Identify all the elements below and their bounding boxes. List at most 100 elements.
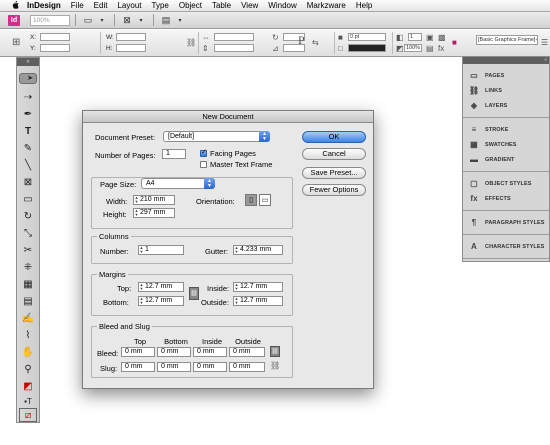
panel-item-links[interactable]: ⛓ LINKS [463,83,549,98]
fit-frame-icon[interactable]: ▤ [426,44,434,53]
stroke-weight-field[interactable]: 0 pt [348,33,386,41]
rotate-tool-icon[interactable]: ↻ [19,209,37,223]
stroke-icon[interactable]: □ [338,44,343,53]
selection-tool-icon[interactable]: ➤ [19,73,37,84]
gutter-field[interactable]: ▲ ▼ 4.233 mm [233,245,283,255]
cancel-button[interactable]: Cancel [302,148,366,160]
menu-edit[interactable]: Edit [89,1,113,10]
bleed-outside-field[interactable]: 0 mm [229,347,265,357]
gradient-tool-icon[interactable]: ▦ [19,277,37,291]
view-options-icon[interactable]: ▭ [82,14,94,26]
effects-icon[interactable]: fx [438,44,444,53]
menu-view[interactable]: View [236,1,263,10]
fill-stroke-icon[interactable]: ◩ [19,379,37,393]
page-size-select[interactable]: A4 ▲ ▼ [141,178,215,189]
opacity-field[interactable]: 100% [404,44,422,52]
panel-item-stroke[interactable]: ≡ STROKE [463,122,549,137]
shear-icon[interactable]: ⊿ [272,44,279,53]
margin-outside-field[interactable]: ▲ ▼ 12.7 mm [233,296,283,306]
column-number-field[interactable]: ▲ ▼ 1 [138,245,184,255]
portrait-orientation-icon[interactable]: ▯ [245,194,257,206]
free-transform-tool-icon[interactable]: ⁜ [19,260,37,274]
hand-tool-icon[interactable]: ✋ [19,345,37,359]
panel-menu-icon[interactable]: ☰ [541,38,548,47]
tools-panel-header[interactable]: » [17,58,39,66]
fill-icon[interactable]: ■ [338,33,343,42]
stepper-icon[interactable]: ▲ ▼ [234,246,239,254]
scale-y-field[interactable] [214,44,254,52]
stepper-icon[interactable]: ▲ ▼ [234,297,239,305]
rectangle-frame-tool-icon[interactable]: ⊠ [19,175,37,189]
y-field[interactable] [40,44,70,52]
apple-menu-icon[interactable] [8,0,22,11]
gradient-feather-tool-icon[interactable]: ▤ [19,294,37,308]
wrap-icon[interactable]: ▩ [438,33,446,42]
collapse-icon[interactable]: « [544,57,547,63]
slug-bottom-field[interactable]: 0 mm [157,362,191,372]
menu-window[interactable]: Window [263,1,301,10]
width-field[interactable]: ▲ ▼ 210 mm [133,195,175,205]
pen-tool-icon[interactable]: ✒ [19,107,37,121]
pencil-tool-icon[interactable]: ✎ [19,141,37,155]
landscape-orientation-icon[interactable]: ▭ [259,194,271,206]
link-slug-icon[interactable]: ⛓ [270,361,280,370]
type-on-path-icon[interactable]: P [298,34,305,46]
scissors-tool-icon[interactable]: ✂ [19,243,37,257]
master-text-frame-checkbox[interactable] [200,161,207,168]
menu-indesign[interactable]: InDesign [22,1,66,10]
menu-table[interactable]: Table [207,1,236,10]
stroke-type-field[interactable] [348,44,386,52]
note-tool-icon[interactable]: ✍ [19,311,37,325]
panel-item-pages[interactable]: ▭ PAGES [463,68,549,83]
rotate-icon[interactable]: ↻ [272,33,279,42]
scale-x-field[interactable] [214,33,254,41]
stepper-icon[interactable]: ▲ ▼ [134,209,139,217]
link-margins-icon[interactable]: ⛓ [189,287,199,300]
flip-icon[interactable]: ⇆ [312,38,319,47]
h-field[interactable] [116,44,146,52]
bleed-bottom-field[interactable]: 0 mm [157,347,191,357]
number-field[interactable]: 1 [408,33,422,41]
chevron-down-icon[interactable]: ▾ [135,14,147,26]
object-style-icon[interactable]: ■ [452,38,457,47]
w-field[interactable] [116,33,146,41]
panel-item-object-styles[interactable]: ▢ OBJECT STYLES [463,176,549,191]
stepper-icon[interactable]: ▲ ▼ [139,246,144,254]
ok-button[interactable]: OK [302,131,366,143]
menu-markzware[interactable]: Markzware [302,1,351,10]
scale-x-icon[interactable]: ⇔ [202,33,210,42]
zoom-tool-icon[interactable]: ⚲ [19,362,37,376]
document-preset-select[interactable]: [Default] ▲ ▼ [163,131,270,142]
screen-mode-icon[interactable]: ⊠ [121,14,133,26]
menu-file[interactable]: File [66,1,89,10]
slug-top-field[interactable]: 0 mm [121,362,155,372]
drop-shadow-icon[interactable]: ◩ [396,44,404,53]
rectangle-tool-icon[interactable]: ▭ [19,192,37,206]
reference-point-icon[interactable]: ⊞ [12,38,20,48]
bleed-top-field[interactable]: 0 mm [121,347,155,357]
panel-item-gradient[interactable]: ▬ GRADIENT [463,152,549,167]
x-field[interactable] [40,33,70,41]
facing-pages-checkbox[interactable] [200,148,207,157]
constrain-proportions-icon[interactable]: ⛓ [186,38,196,47]
stepper-icon[interactable]: ▲ ▼ [139,297,144,305]
scale-y-icon[interactable]: ⇕ [202,44,209,53]
scale-tool-icon[interactable]: ⤡ [19,226,37,240]
slug-inside-field[interactable]: 0 mm [193,362,227,372]
menu-help[interactable]: Help [351,1,377,10]
apply-none-icon[interactable]: ⧄ [19,408,37,422]
margin-bottom-field[interactable]: ▲ ▼ 12.7 mm [138,296,184,306]
stepper-icon[interactable]: ▲ ▼ [139,283,144,291]
line-tool-icon[interactable]: ╲ [19,158,37,172]
margin-top-field[interactable]: ▲ ▼ 12.7 mm [138,282,184,292]
fit-content-icon[interactable]: ▣ [426,33,434,42]
link-bleed-icon[interactable]: ⛓ [270,346,280,357]
panel-item-paragraph-styles[interactable]: ¶ PARAGRAPH STYLES [463,215,549,230]
panel-item-swatches[interactable]: ▦ SWATCHES [463,137,549,152]
panel-dock-header[interactable]: « [463,57,549,64]
arrange-documents-icon[interactable]: ▤ [160,14,172,26]
formatting-container-icon[interactable]: ▪T [19,394,37,408]
chevron-down-icon[interactable]: ▾ [96,14,108,26]
direct-selection-tool-icon[interactable]: ⇢ [19,90,37,104]
eyedropper-tool-icon[interactable]: ⌇ [19,328,37,342]
